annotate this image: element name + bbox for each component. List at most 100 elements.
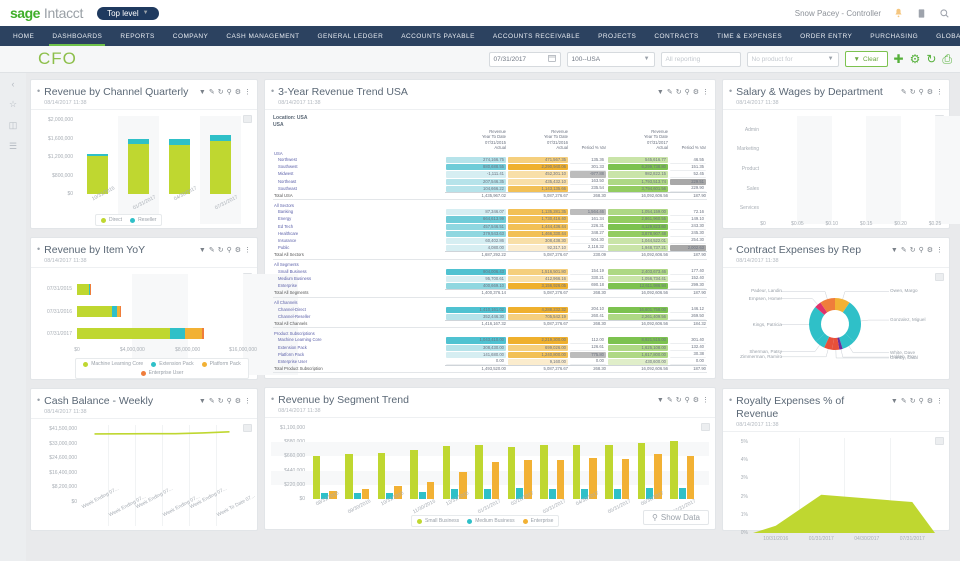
product-filter[interactable]: No product for ▼ — [747, 52, 839, 67]
filter-icon[interactable]: ▼ — [199, 398, 206, 405]
bar-segment[interactable] — [120, 306, 121, 317]
bar-segment[interactable] — [77, 306, 112, 317]
bar-segment[interactable] — [443, 446, 450, 499]
bar-segment[interactable] — [169, 145, 190, 194]
nav-item-accounts-receivable[interactable]: ACCOUNTS RECEIVABLE — [484, 26, 589, 46]
table-row-label[interactable]: Healthcare — [273, 230, 445, 237]
table-row[interactable]: Healthcare379,543.631,466,330.44348.273,… — [273, 230, 707, 237]
bar-segment[interactable] — [475, 445, 482, 499]
refresh-icon[interactable]: ↻ — [218, 88, 224, 96]
app-logo[interactable]: sage Intacct — [10, 5, 83, 21]
table-row-label[interactable]: Energy — [273, 216, 445, 223]
chart-contract-expenses[interactable]: Owen, MargoGonzalez, MiguelWhite, DaveHo… — [729, 274, 943, 375]
refresh-icon[interactable]: ↻ — [676, 396, 682, 404]
drag-handle-icon[interactable]: • — [271, 394, 274, 405]
bar-segment[interactable] — [77, 328, 170, 339]
show-data-button[interactable]: ⚲ Show Data — [643, 510, 709, 525]
bar-segment[interactable] — [540, 445, 547, 499]
date-filter[interactable]: 07/31/2017 — [489, 52, 561, 67]
edit-icon[interactable]: ✎ — [209, 246, 215, 254]
bar-segment[interactable] — [128, 144, 149, 194]
table-row-label[interactable]: Medium Business — [273, 275, 445, 282]
table-row[interactable]: Insurance60,402.86308,438.30504.301,044,… — [273, 237, 707, 244]
table-row-label[interactable]: Midwest — [273, 171, 445, 178]
drag-handle-icon[interactable]: • — [729, 86, 732, 97]
bell-icon[interactable] — [893, 8, 904, 19]
table-row-label[interactable]: Enterprise User — [273, 358, 445, 366]
chart-cash-balance[interactable]: $41,500,000$33,000,000$24,600,000$16,400… — [37, 425, 251, 526]
search-icon[interactable]: ⚲ — [227, 88, 232, 96]
nav-item-global-consolidate[interactable]: GLOBAL CONSOLIDATE — [927, 26, 960, 46]
bar-segment[interactable] — [210, 135, 231, 141]
table-row-label[interactable]: Insurance — [273, 237, 445, 244]
chart-salary-wages[interactable]: AdminMarketingProductSalesServices$0$0.0… — [729, 116, 943, 224]
nav-item-general-ledger[interactable]: GENERAL LEDGER — [309, 26, 393, 46]
refresh-icon[interactable]: ↻ — [676, 88, 682, 96]
filter-icon[interactable]: ▼ — [657, 397, 664, 404]
bar-segment[interactable] — [169, 139, 190, 145]
entity-filter[interactable]: 100--USA ▼ — [567, 52, 655, 67]
drag-handle-icon[interactable]: • — [37, 395, 40, 406]
bar-segment[interactable] — [170, 328, 185, 339]
refresh-icon[interactable]: ↻ — [910, 88, 916, 96]
bar-segment[interactable] — [549, 489, 556, 499]
filter-icon[interactable]: ▼ — [891, 398, 898, 405]
bar-segment[interactable] — [484, 489, 491, 499]
clear-filters-button[interactable]: ▼ Clear — [845, 51, 888, 67]
bar-segment[interactable] — [202, 328, 204, 339]
bar-segment[interactable] — [77, 284, 89, 295]
edit-icon[interactable]: ✎ — [667, 396, 673, 404]
bar-segment[interactable] — [492, 462, 499, 499]
table-row-label[interactable]: Northwest — [273, 157, 445, 164]
bar-segment[interactable] — [87, 154, 108, 157]
bar-segment[interactable] — [378, 453, 385, 499]
drag-handle-icon[interactable]: • — [37, 244, 40, 255]
bar-segment[interactable] — [605, 445, 612, 499]
menu-icon[interactable]: ⋮ — [244, 397, 251, 405]
bar-segment[interactable] — [557, 460, 564, 499]
edit-icon[interactable]: ✎ — [901, 88, 907, 96]
drag-handle-icon[interactable]: • — [271, 86, 274, 97]
gear-icon[interactable]: ⚙ — [693, 396, 699, 404]
table-row-label[interactable]: Southwest — [273, 164, 445, 171]
bar-segment[interactable] — [622, 459, 629, 499]
menu-icon[interactable]: ⋮ — [936, 397, 943, 405]
bar-segment[interactable] — [427, 482, 434, 499]
search-icon[interactable]: ⚲ — [685, 88, 690, 96]
table-row-label[interactable]: Channel-Reseller — [273, 313, 445, 321]
table-row-label[interactable]: Northeast — [273, 178, 445, 185]
table-row[interactable]: Small Business904,006.431,516,501.80154.… — [273, 268, 707, 275]
refresh-icon[interactable]: ↻ — [910, 397, 916, 405]
table-row-label[interactable]: Small Business — [273, 268, 445, 275]
bar-segment[interactable] — [128, 139, 149, 145]
gear-icon[interactable]: ⚙ — [693, 88, 699, 96]
chart-royalty-expenses[interactable]: 5%4%3%2%1%0%10/31/201601/31/201704/30/20… — [729, 438, 943, 526]
table-row[interactable]: Northeast207,546.35435,432.10163.501,793… — [273, 178, 707, 185]
bar-segment[interactable] — [638, 443, 645, 499]
menu-icon[interactable]: ⋮ — [936, 246, 943, 254]
reporting-filter[interactable]: All reporting — [661, 52, 741, 67]
bar-segment[interactable] — [679, 488, 686, 499]
filter-icon[interactable]: ▼ — [199, 89, 206, 96]
edit-icon[interactable]: ✎ — [667, 88, 673, 96]
drag-handle-icon[interactable]: • — [37, 86, 40, 97]
menu-icon[interactable]: ⋮ — [702, 396, 709, 404]
table-row-label[interactable]: Extension Pack — [273, 344, 445, 351]
search-icon[interactable]: ⚲ — [919, 246, 924, 254]
table-row-label[interactable]: Banking — [273, 209, 445, 216]
menu-icon[interactable]: ⋮ — [702, 88, 709, 96]
help-icon[interactable] — [916, 8, 927, 19]
gear-icon[interactable]: ⚙ — [910, 53, 921, 65]
refresh-icon[interactable]: ↻ — [926, 53, 936, 65]
nav-item-company[interactable]: COMPANY — [164, 26, 218, 46]
layers-icon[interactable]: ◫ — [9, 120, 18, 131]
table-row-label[interactable]: Southeast — [273, 185, 445, 193]
star-icon[interactable]: ☆ — [9, 99, 17, 110]
bar-segment[interactable] — [508, 447, 515, 499]
table-row[interactable]: Extension Pack308,430.00699,026.00126.61… — [273, 344, 707, 351]
nav-item-projects[interactable]: PROJECTS — [589, 26, 645, 46]
nav-item-cash-management[interactable]: CASH MANAGEMENT — [217, 26, 308, 46]
chart-revenue-by-channel[interactable]: $2,000,000$1,600,000$1,200,000$800,000$0… — [37, 116, 251, 224]
filter-icon[interactable]: ▼ — [891, 247, 898, 254]
table-row[interactable]: Midwest-1,111.41452,301.10-977.88982,822… — [273, 171, 707, 178]
